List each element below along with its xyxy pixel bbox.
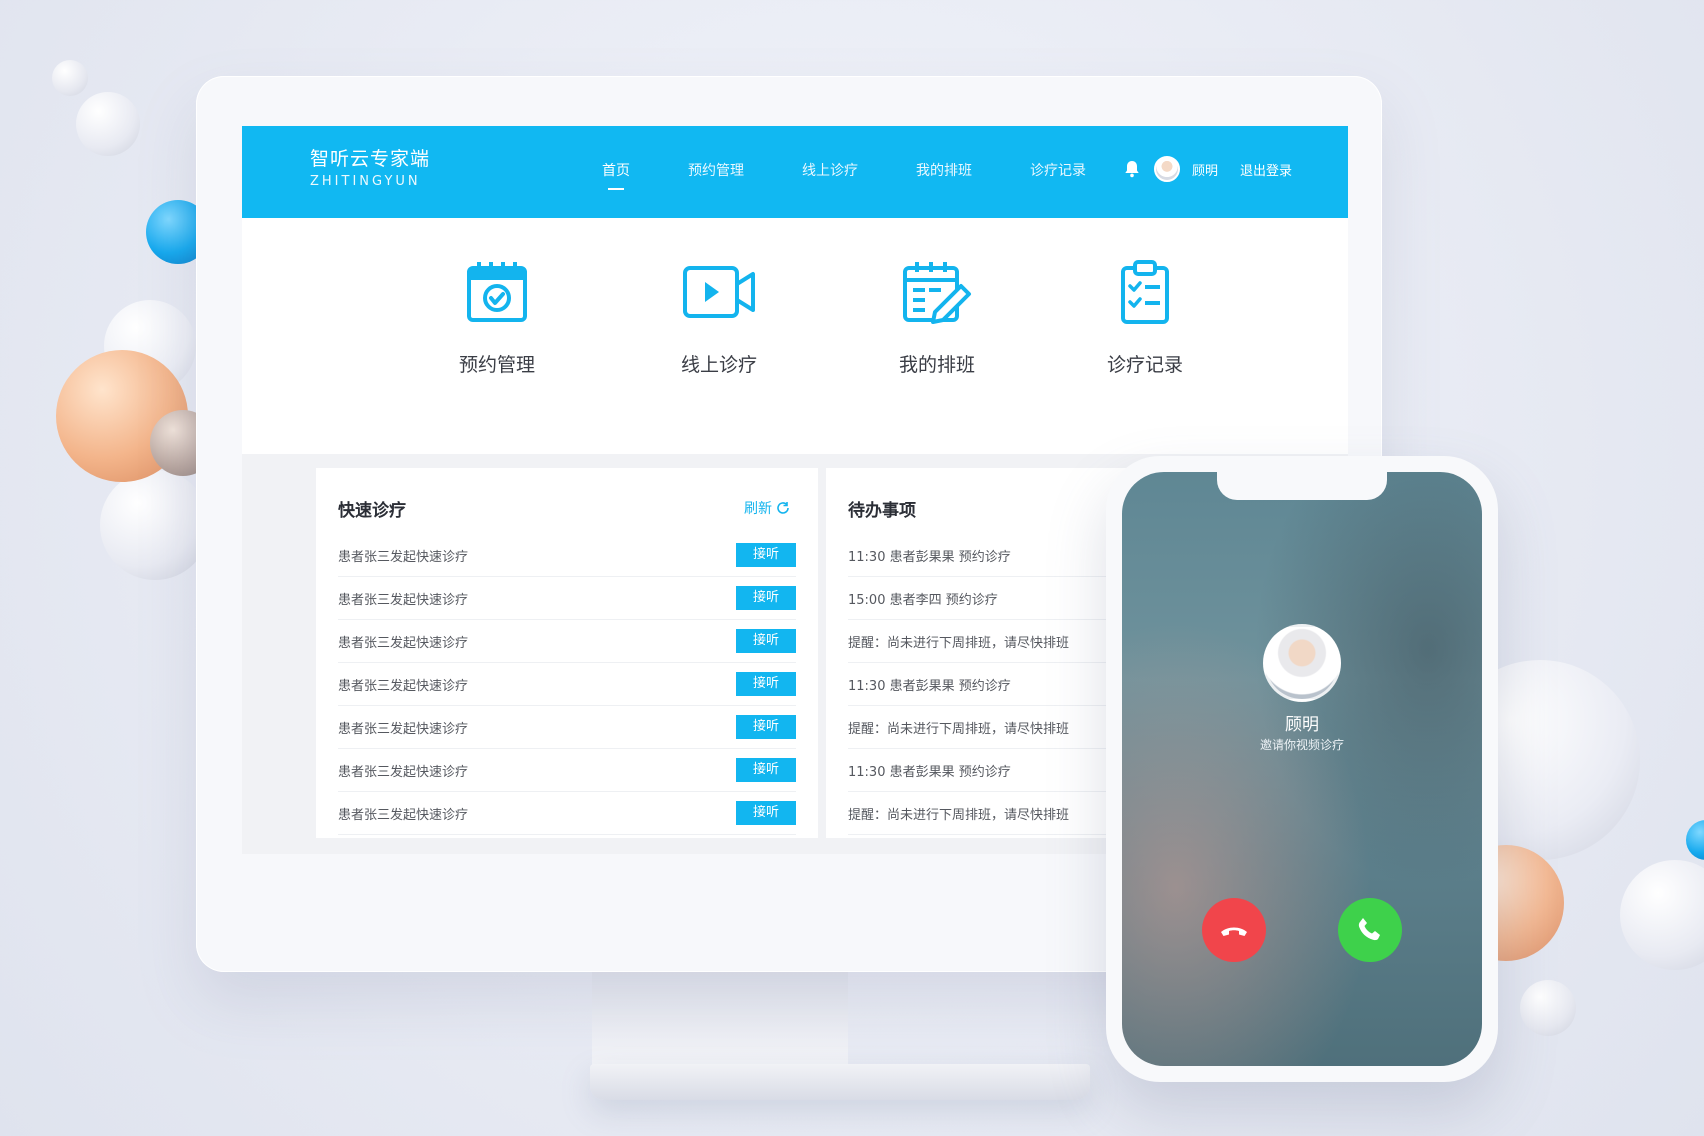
panel-title: 待办事项: [848, 501, 916, 521]
monitor-stand-neck: [592, 970, 848, 1070]
list-item: 患者张三发起快速诊疗 接听: [338, 577, 796, 620]
todo-text: 11:30 患者彭果果 预约诊疗: [848, 764, 1011, 780]
consult-request-text: 患者张三发起快速诊疗: [338, 549, 469, 565]
refresh-button[interactable]: 刷新: [744, 498, 790, 518]
consult-request-text: 患者张三发起快速诊疗: [338, 807, 469, 823]
caller-message: 邀请你视频诊疗: [1259, 738, 1344, 752]
consult-request-text: 患者张三发起快速诊疗: [338, 721, 469, 737]
decor-sphere: [52, 60, 88, 96]
decor-sphere: [1686, 820, 1704, 860]
phone-notch: [1217, 472, 1387, 500]
decline-call-button[interactable]: [1202, 898, 1266, 962]
todo-text: 11:30 患者彭果果 预约诊疗: [848, 678, 1011, 694]
quick-consult-panel: 快速诊疗 刷新 患者张三发起快速诊疗 接听 患者张三发起快速诊疗 接听 患者张三…: [316, 468, 818, 838]
todo-text: 15:00 患者李四 预约诊疗: [848, 592, 998, 608]
quick-access-row: 预约管理 线上诊疗 我的排班 诊疗记录: [242, 218, 1348, 454]
bell-icon[interactable]: [1122, 159, 1142, 179]
nav-item-appointments[interactable]: 预约管理: [688, 160, 744, 180]
panel-title: 快速诊疗: [338, 501, 406, 521]
refresh-icon: [777, 502, 789, 514]
quick-label: 线上诊疗: [680, 354, 757, 376]
video-camera-icon: [683, 266, 755, 318]
nav-item-my-schedule[interactable]: 我的排班: [916, 160, 972, 180]
decor-sphere: [76, 92, 140, 156]
caller-avatar: [1263, 624, 1341, 702]
nav-item-home[interactable]: 首页: [602, 160, 630, 190]
schedule-edit-icon: [903, 262, 971, 324]
list-item: 患者张三发起快速诊疗 接听: [338, 534, 796, 577]
brand: 智听云专家端 ZHITINGYUN: [310, 144, 430, 189]
quick-label: 我的排班: [898, 354, 975, 376]
list-item: 患者张三发起快速诊疗 接听: [338, 749, 796, 792]
brand-subtitle: ZHITINGYUN: [310, 174, 421, 189]
answer-button[interactable]: 接听: [736, 629, 796, 653]
consult-request-text: 患者张三发起快速诊疗: [338, 764, 469, 780]
todo-text: 提醒：尚未进行下周排班，请尽快排班: [848, 807, 1070, 823]
answer-button[interactable]: 接听: [736, 715, 796, 739]
top-navigation-bar: 智听云专家端 ZHITINGYUN 首页 预约管理 线上诊疗 我的排班 诊疗记录…: [242, 126, 1348, 218]
quick-consult-list: 患者张三发起快速诊疗 接听 患者张三发起快速诊疗 接听 患者张三发起快速诊疗 接…: [316, 534, 818, 835]
incoming-call-screen: 顾明 邀请你视频诊疗: [1122, 472, 1482, 1066]
phone-icon: [1358, 918, 1380, 941]
list-item: 患者张三发起快速诊疗 接听: [338, 663, 796, 706]
hang-up-icon: [1221, 927, 1247, 936]
consult-request-text: 患者张三发起快速诊疗: [338, 635, 469, 651]
calendar-check-icon: [467, 262, 527, 322]
logout-link[interactable]: 退出登录: [1240, 160, 1292, 179]
user-area: 顾明 退出登录: [1122, 156, 1292, 182]
quick-item-appointments[interactable]: 预约管理: [412, 256, 582, 377]
user-name[interactable]: 顾明: [1192, 160, 1218, 179]
quick-label: 预约管理: [458, 354, 535, 376]
list-item: 患者张三发起快速诊疗 接听: [338, 792, 796, 835]
answer-button[interactable]: 接听: [736, 758, 796, 782]
quick-item-my-schedule[interactable]: 我的排班: [852, 256, 1022, 377]
caller-name: 顾明: [1285, 715, 1319, 735]
decor-sphere: [1620, 860, 1704, 970]
todo-text: 提醒：尚未进行下周排班，请尽快排班: [848, 635, 1070, 651]
answer-button[interactable]: 接听: [736, 543, 796, 567]
answer-button[interactable]: 接听: [736, 586, 796, 610]
brand-title: 智听云专家端: [310, 148, 431, 170]
quick-item-records[interactable]: 诊疗记录: [1060, 256, 1230, 377]
decor-sphere: [100, 470, 210, 580]
user-avatar[interactable]: [1153, 156, 1180, 182]
list-item: 患者张三发起快速诊疗 接听: [338, 706, 796, 749]
consult-request-text: 患者张三发起快速诊疗: [338, 592, 469, 608]
phone-frame: 顾明 邀请你视频诊疗: [1106, 456, 1498, 1082]
list-item: 患者张三发起快速诊疗 接听: [338, 620, 796, 663]
todo-text: 提醒：尚未进行下周排班，请尽快排班: [848, 721, 1070, 737]
answer-button[interactable]: 接听: [736, 801, 796, 825]
decor-sphere: [1520, 980, 1576, 1036]
todo-text: 11:30 患者彭果果 预约诊疗: [848, 549, 1011, 565]
quick-label: 诊疗记录: [1106, 354, 1183, 376]
main-nav: 首页 预约管理 线上诊疗 我的排班 诊疗记录: [602, 160, 1086, 190]
consult-request-text: 患者张三发起快速诊疗: [338, 678, 469, 694]
nav-item-online-consult[interactable]: 线上诊疗: [802, 160, 858, 180]
quick-item-online-consult[interactable]: 线上诊疗: [634, 256, 804, 377]
accept-call-button[interactable]: [1338, 898, 1402, 962]
monitor-stand-base: [590, 1064, 1090, 1100]
nav-item-records[interactable]: 诊疗记录: [1030, 160, 1086, 180]
clipboard-check-icon: [1121, 260, 1169, 324]
refresh-label: 刷新: [744, 501, 772, 517]
answer-button[interactable]: 接听: [736, 672, 796, 696]
